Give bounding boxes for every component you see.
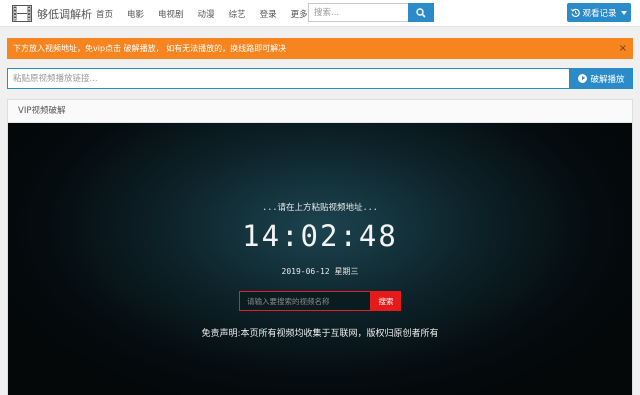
watch-history-label: 观看记录	[582, 8, 617, 19]
panel-title: VIP视频破解	[8, 100, 632, 123]
disclaimer-text: 免责声明:本页所有视频均收集于互联网，版权归原创者所有	[201, 329, 439, 339]
notice-alert: 下方放入视频地址，免vip点击 破解播放， 如有无法播放的，换线路即可解决 ×	[7, 38, 633, 59]
play-icon	[578, 74, 588, 83]
nav-anime[interactable]: 动漫	[198, 8, 215, 20]
paste-hint: ...请在上方粘贴视频地址...	[262, 203, 378, 213]
logo-text: 够低调解析	[37, 7, 92, 21]
watch-history-button[interactable]: 观看记录	[567, 3, 631, 22]
clock-date: 2019-06-12 星期三	[281, 267, 359, 276]
video-url-input[interactable]	[7, 68, 570, 89]
nav-login[interactable]: 登录	[260, 8, 277, 20]
close-icon[interactable]: ×	[619, 38, 627, 59]
search-input[interactable]	[308, 3, 408, 22]
search-icon	[416, 7, 426, 18]
parse-play-label: 破解播放	[590, 74, 625, 85]
main-nav: 首页 电影 电视剧 动漫 综艺 登录 更多	[96, 0, 330, 27]
player-panel: VIP视频破解 ...请在上方粘贴视频地址... 14:02:48 2019-0…	[7, 99, 633, 395]
nav-home[interactable]: 首页	[96, 8, 113, 20]
film-icon	[12, 5, 32, 22]
top-navbar: 够低调解析 首页 电影 电视剧 动漫 综艺 登录 更多 观看记录	[0, 0, 640, 27]
video-search-button[interactable]: 搜索	[371, 291, 401, 311]
notice-text: 下方放入视频地址，免vip点击 破解播放， 如有无法播放的，换线路即可解决	[13, 44, 287, 53]
chevron-down-icon	[620, 10, 627, 15]
nav-movies[interactable]: 电影	[127, 8, 144, 20]
site-logo[interactable]: 够低调解析	[12, 4, 92, 23]
video-search-input[interactable]	[239, 291, 371, 311]
nav-more-label: 更多	[290, 9, 308, 20]
search-button[interactable]	[408, 3, 434, 22]
parse-play-button[interactable]: 破解播放	[570, 68, 633, 89]
nav-tv-series[interactable]: 电视剧	[158, 8, 184, 20]
clock-time: 14:02:48	[242, 219, 398, 253]
history-icon	[571, 8, 581, 17]
video-player[interactable]: ...请在上方粘贴视频地址... 14:02:48 2019-06-12 星期三…	[8, 123, 632, 395]
nav-variety[interactable]: 综艺	[229, 8, 246, 20]
